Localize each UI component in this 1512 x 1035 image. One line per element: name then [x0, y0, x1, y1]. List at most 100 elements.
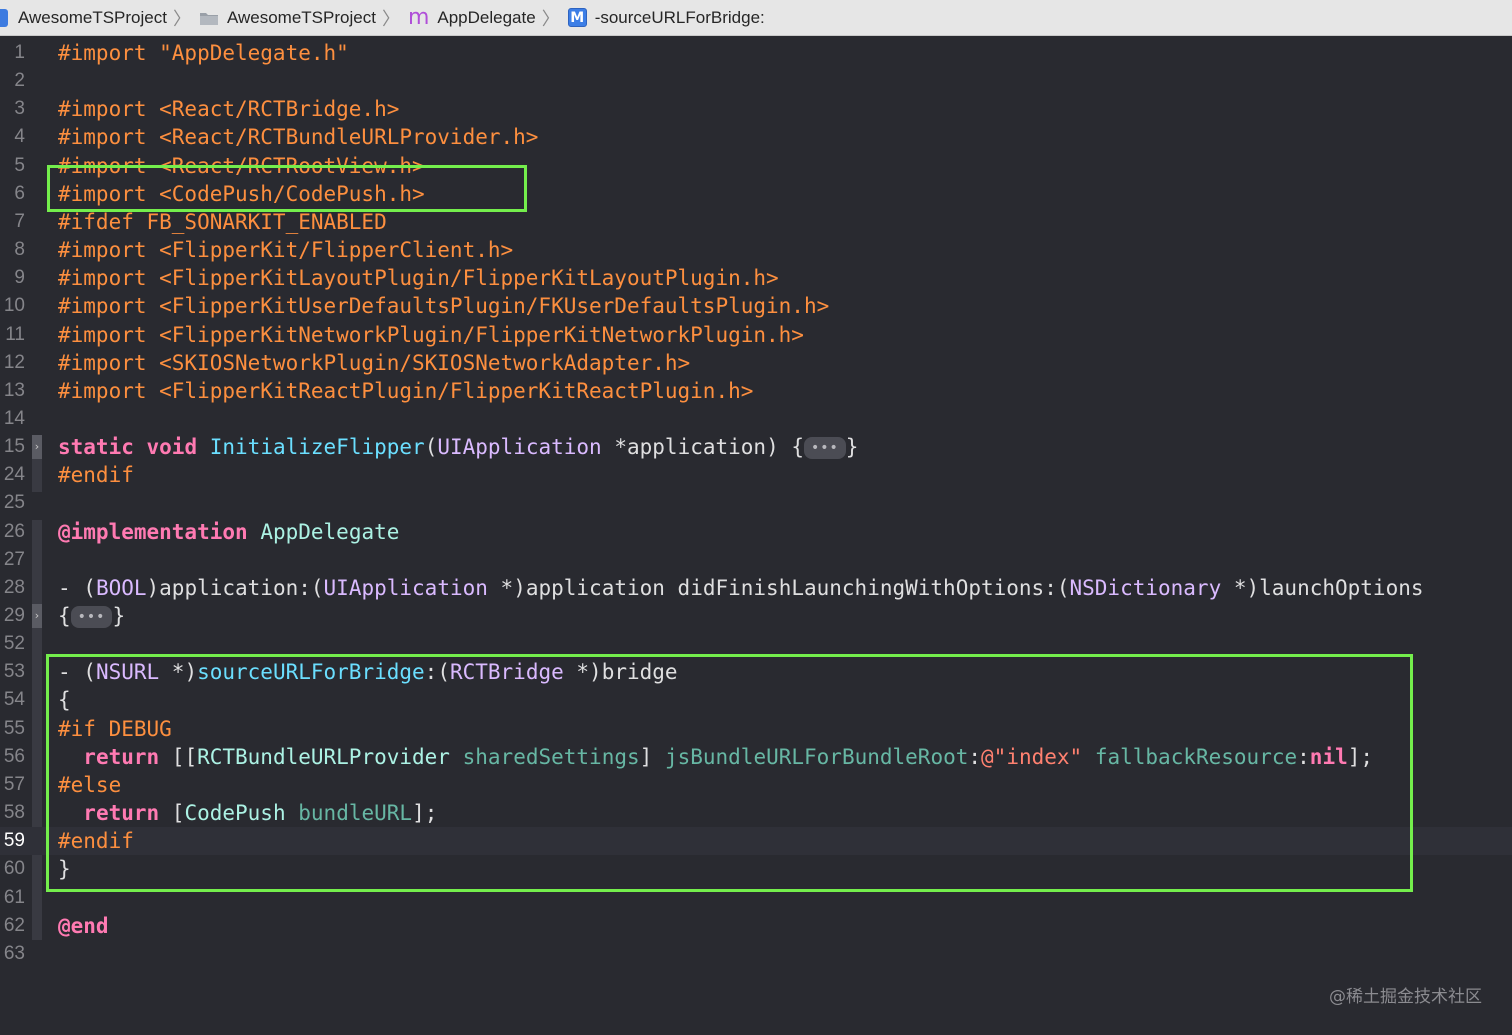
folder-icon	[199, 12, 218, 25]
code-text: static void InitializeFlipper(UIApplicat…	[58, 435, 859, 460]
line-number: 14	[3, 407, 25, 429]
chevron-right-icon: 〉	[172, 8, 191, 29]
code-text: #if DEBUG	[58, 716, 172, 741]
code-line[interactable]: 25	[0, 489, 1512, 517]
code-line[interactable]: 10 #import <FlipperKitUserDefaultsPlugin/…	[0, 292, 1512, 320]
line-number: 54	[3, 689, 25, 711]
method-icon: M	[567, 8, 587, 27]
line-number: 9	[14, 267, 25, 289]
code-text: #import <React/RCTBundleURLProvider.h>	[58, 125, 539, 150]
code-text: #else	[58, 772, 122, 797]
code-line[interactable]: 24 #endif	[0, 461, 1512, 489]
line-number: 57	[3, 773, 25, 795]
code-line[interactable]: 11 #import <FlipperKitNetworkPlugin/Flipp…	[0, 321, 1512, 349]
code-text: #import <FlipperKitNetworkPlugin/Flipper…	[58, 322, 804, 347]
code-text: #import <SKIOSNetworkPlugin/SKIOSNetwork…	[58, 350, 691, 375]
code-text: }	[58, 857, 71, 882]
line-number: 62	[3, 914, 25, 936]
line-number: 56	[3, 745, 25, 767]
code-line[interactable]: 59 #endif	[0, 827, 1512, 856]
code-text: #import <CodePush/CodePush.h>	[58, 181, 425, 206]
line-number: 61	[3, 886, 25, 908]
chevron-right-icon: 〉	[541, 8, 560, 29]
code-line[interactable]: 27	[0, 546, 1512, 574]
code-line[interactable]: 58 return [CodePush bundleURL];	[0, 799, 1512, 827]
fold-chevron-icon[interactable]: ›	[32, 604, 42, 628]
line-number: 59	[3, 830, 25, 852]
code-text: - (NSURL *)sourceURLForBridge:(RCTBridge…	[58, 660, 678, 685]
code-line[interactable]: 63	[0, 940, 1512, 968]
jump-bar-method[interactable]: M -sourceURLForBridge:	[567, 0, 765, 35]
code-line[interactable]: 2	[0, 67, 1512, 95]
line-number: 55	[3, 717, 25, 739]
chevron-right-icon: 〉	[381, 8, 400, 29]
code-line[interactable]: 15 › static void InitializeFlipper(UIAppli…	[0, 433, 1512, 461]
line-number: 6	[14, 182, 25, 204]
code-line[interactable]: 55 #if DEBUG	[0, 715, 1512, 743]
code-line[interactable]: 6 #import <CodePush/CodePush.h>	[0, 180, 1512, 208]
code-line[interactable]: 29 › {•••}	[0, 602, 1512, 630]
code-line[interactable]: 60}	[0, 855, 1512, 883]
code-text: - (BOOL)application:(UIApplication *)app…	[58, 575, 1424, 600]
line-number: 3	[14, 98, 25, 120]
line-number: 58	[3, 802, 25, 824]
line-number: 15	[3, 436, 25, 458]
line-number: 2	[14, 70, 25, 92]
code-text: #endif	[58, 463, 134, 488]
code-line[interactable]: 13 #import <FlipperKitReactPlugin/Flipper…	[0, 377, 1512, 405]
code-line[interactable]: 56 return [[RCTBundleURLProvider sharedS…	[0, 743, 1512, 771]
code-line[interactable]: 28 - (BOOL)application:(UIApplication *)a…	[0, 574, 1512, 602]
jump-bar-file[interactable]: m AppDelegate	[408, 0, 536, 35]
jump-bar-project-label: AwesomeTSProject	[18, 7, 167, 27]
code-text: #import <FlipperKit/FlipperClient.h>	[58, 238, 514, 263]
collapsed-code-button[interactable]: •••	[70, 606, 113, 628]
code-line[interactable]: 3 #import <React/RCTBridge.h>	[0, 95, 1512, 123]
code-line[interactable]: 1 #import "AppDelegate.h"	[0, 39, 1512, 67]
line-number: 52	[3, 633, 25, 655]
line-number: 25	[3, 492, 25, 514]
project-icon	[0, 8, 8, 27]
code-line[interactable]: 5 #import <React/RCTRootView.h>	[0, 152, 1512, 180]
line-number: 53	[3, 661, 25, 683]
code-text: #import <React/RCTBridge.h>	[58, 97, 400, 122]
code-line[interactable]: 12 #import <SKIOSNetworkPlugin/SKIOSNetwo…	[0, 349, 1512, 377]
code-line[interactable]: 14	[0, 405, 1512, 433]
code-text: {•••}	[58, 604, 126, 628]
jump-bar-method-label: -sourceURLForBridge:	[594, 7, 765, 27]
line-number: 4	[14, 126, 25, 148]
code-text: #endif	[58, 829, 134, 854]
code-line[interactable]: 62 @end	[0, 912, 1512, 940]
code-editor[interactable]: 1 #import "AppDelegate.h" 2 3 #import <React…	[0, 37, 1512, 1035]
line-number: 27	[3, 548, 25, 570]
code-line[interactable]: 53 - (NSURL *)sourceURLForBridge:(RCTBrid…	[0, 658, 1512, 686]
line-number: 26	[3, 520, 25, 542]
jump-bar-file-label: AppDelegate	[437, 7, 536, 27]
code-line[interactable]: 54 {	[0, 686, 1512, 714]
code-text: #import <FlipperKitUserDefaultsPlugin/FK…	[58, 294, 830, 319]
fold-chevron-icon[interactable]: ›	[32, 435, 42, 460]
code-line[interactable]: 26 @implementation AppDelegate	[0, 518, 1512, 546]
code-line[interactable]: 9 #import <FlipperKitLayoutPlugin/Flipper…	[0, 264, 1512, 292]
code-line[interactable]: 61	[0, 884, 1512, 912]
collapsed-code-button[interactable]: •••	[804, 437, 846, 460]
line-number: 29	[3, 605, 25, 626]
line-number: 8	[14, 239, 25, 261]
code-text: return [[RCTBundleURLProvider sharedSett…	[83, 744, 1374, 769]
code-text: #import <FlipperKitLayoutPlugin/FlipperK…	[58, 266, 779, 291]
code-text: return [CodePush bundleURL];	[83, 801, 438, 826]
line-number: 10	[3, 295, 25, 317]
code-line[interactable]: 57 #else	[0, 771, 1512, 799]
code-line[interactable]: 7 #ifdef FB_SONARKIT_ENABLED	[0, 208, 1512, 236]
code-line[interactable]: 4 #import <React/RCTBundleURLProvider.h>	[0, 123, 1512, 151]
jump-bar-group-label: AwesomeTSProject	[226, 7, 376, 27]
code-line[interactable]: 52	[0, 630, 1512, 658]
line-number: 5	[14, 154, 25, 176]
line-number: 12	[3, 351, 25, 373]
code-text: #import <React/RCTRootView.h>	[58, 153, 425, 178]
jump-bar-group[interactable]: AwesomeTSProject	[199, 0, 376, 35]
jump-bar-project[interactable]: AwesomeTSProject	[0, 0, 167, 35]
line-number: 13	[3, 379, 25, 401]
code-text: #import <FlipperKitReactPlugin/FlipperKi…	[58, 378, 754, 403]
code-line[interactable]: 8 #import <FlipperKit/FlipperClient.h>	[0, 236, 1512, 264]
code-text: #ifdef FB_SONARKIT_ENABLED	[58, 209, 387, 234]
